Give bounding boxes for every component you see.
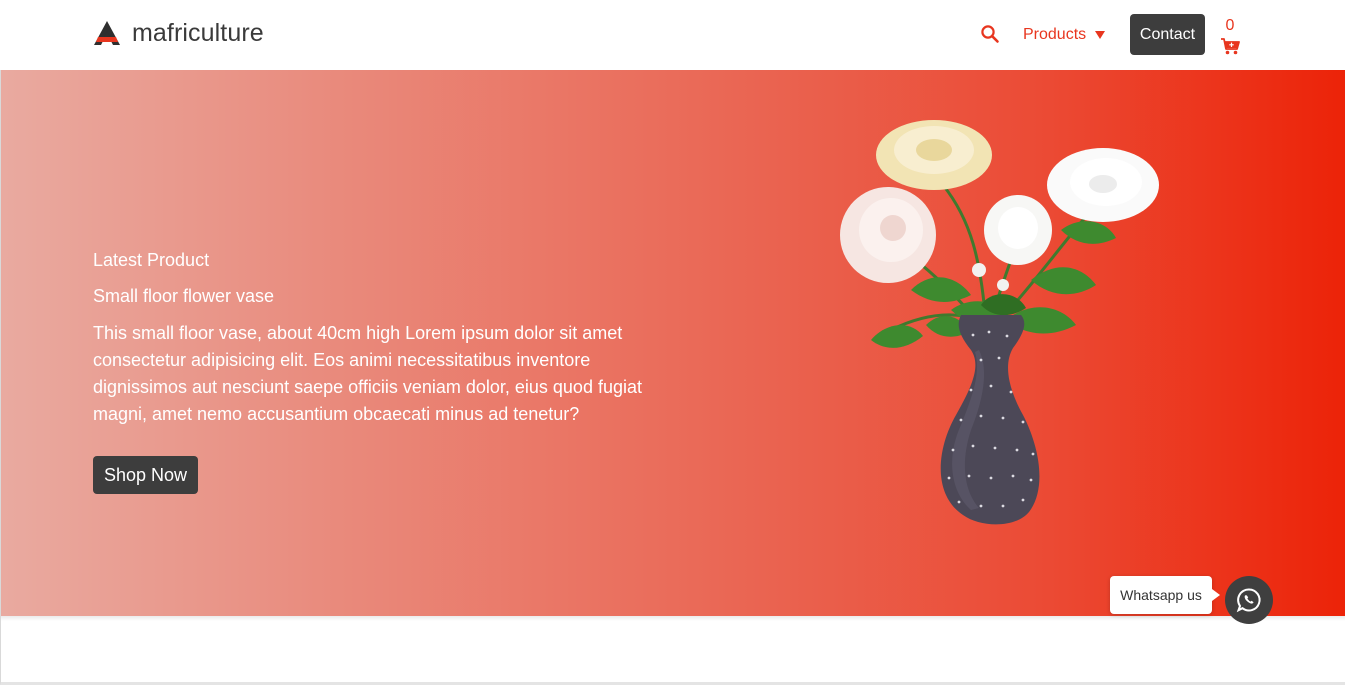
products-label: Products xyxy=(1023,26,1087,43)
hero-description: This small floor vase, about 40cm high L… xyxy=(93,323,642,424)
flower-vase-image xyxy=(840,120,1159,525)
whatsapp-button[interactable] xyxy=(1225,576,1273,624)
cart-count: 0 xyxy=(1225,17,1235,34)
search-icon[interactable] xyxy=(980,24,1000,44)
brand-link[interactable]: mafriculture xyxy=(93,18,264,48)
cart-icon xyxy=(1221,38,1240,55)
hero-eyebrow: Latest Product xyxy=(93,250,210,270)
whatsapp-icon xyxy=(1236,588,1261,613)
hero-banner: Latest Product Small floor flower vase T… xyxy=(1,70,1345,616)
brand-name: mafriculture xyxy=(132,18,264,47)
cart-button[interactable]: 0 xyxy=(1218,17,1242,57)
whatsapp-label[interactable]: Whatsapp us xyxy=(1110,576,1220,614)
hero-title: Small floor flower vase xyxy=(93,286,275,306)
shop-now-button[interactable]: Shop Now xyxy=(93,456,198,494)
hero-shadow xyxy=(1,616,1345,621)
caret-down-icon xyxy=(1095,31,1106,39)
navbar: mafriculture Products Contact 0 xyxy=(0,0,1345,70)
products-dropdown[interactable]: Products xyxy=(1023,24,1106,46)
mafriculture-logo-icon xyxy=(94,21,120,45)
contact-button[interactable]: Contact xyxy=(1130,14,1205,55)
